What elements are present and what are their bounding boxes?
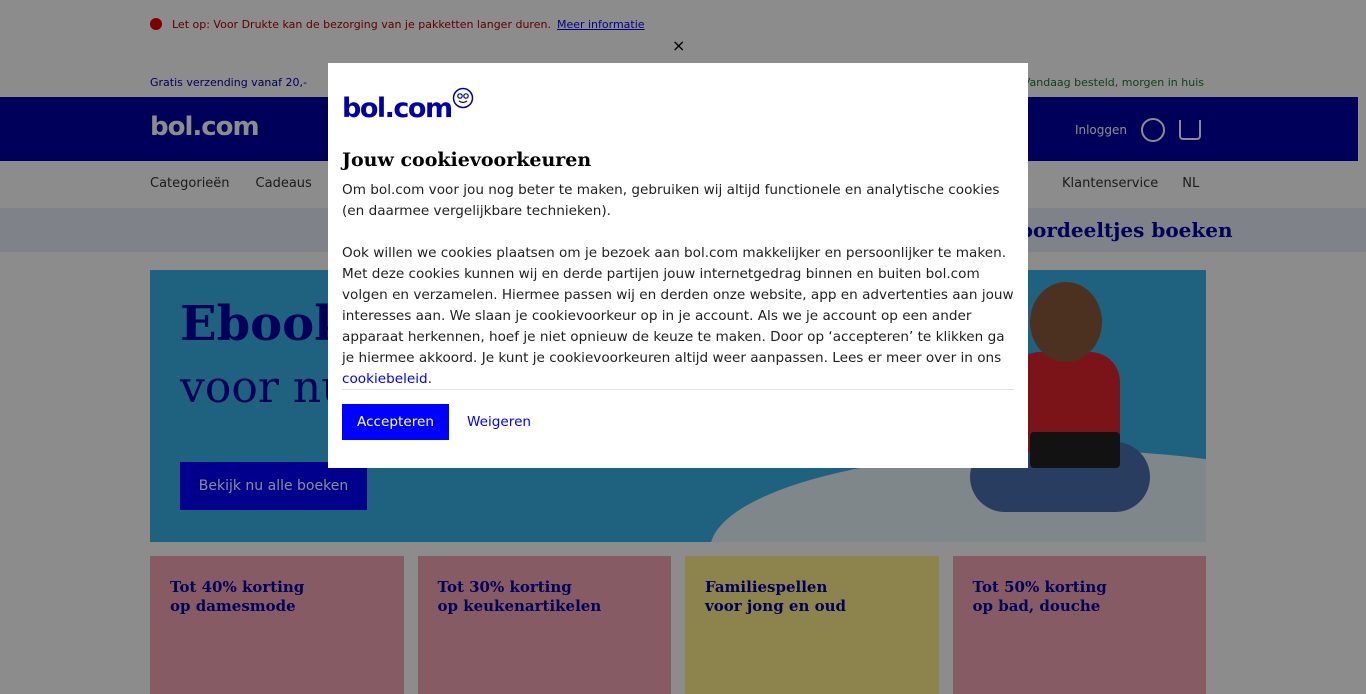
- cookie-policy-link[interactable]: cookiebeleid: [342, 371, 428, 387]
- divider: [342, 389, 1014, 390]
- cookie-dialog: bol.com Jouw cookievoorkeuren Om bol.com…: [328, 63, 1028, 468]
- refuse-button[interactable]: Weigeren: [467, 404, 531, 440]
- logo-text: bol.com: [342, 93, 453, 124]
- dialog-title: Jouw cookievoorkeuren: [342, 149, 592, 171]
- smiley-badge-icon: [452, 87, 473, 109]
- bolcom-logo: bol.com: [342, 87, 474, 122]
- paragraph-2-suffix: .: [427, 371, 432, 387]
- paragraph-2-text: Ook willen we cookies plaatsen om je bez…: [342, 245, 1014, 366]
- accept-button[interactable]: Accepteren: [342, 404, 449, 440]
- dialog-paragraph-2: Ook willen we cookies plaatsen om je bez…: [342, 243, 1018, 390]
- dialog-paragraph-1: Om bol.com voor jou nog beter te maken, …: [342, 182, 1000, 219]
